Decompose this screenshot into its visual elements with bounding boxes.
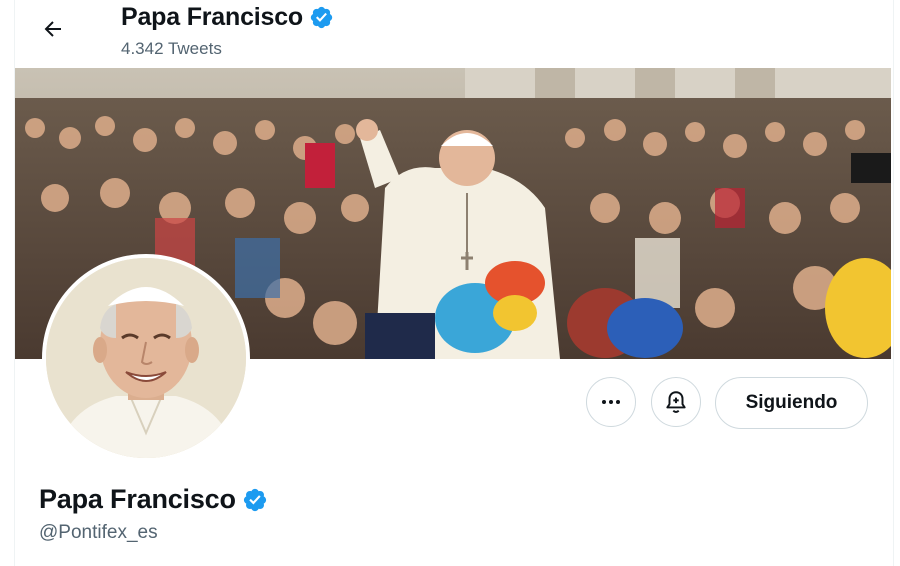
notifications-toggle-button[interactable] xyxy=(651,377,701,427)
profile-display-name: Papa Francisco xyxy=(39,484,236,514)
header-display-name: Papa Francisco xyxy=(121,3,304,31)
profile-avatar[interactable] xyxy=(42,254,250,462)
profile-name-row: Papa Francisco xyxy=(39,484,268,515)
back-button[interactable] xyxy=(35,11,71,47)
profile-header-bar: Papa Francisco 4.342 Tweets xyxy=(15,0,893,68)
arrow-left-icon xyxy=(44,21,61,37)
profile-handle: @Pontifex_es xyxy=(39,522,158,543)
header-title-row: Papa Francisco xyxy=(121,3,334,32)
verified-badge-icon xyxy=(310,6,333,29)
following-button[interactable]: Siguiendo xyxy=(715,377,868,429)
profile-column: Papa Francisco 4.342 Tweets Siguiendo Pa… xyxy=(14,0,894,566)
bell-plus-icon xyxy=(666,391,686,413)
more-horizontal-icon xyxy=(602,400,620,404)
tweet-count: 4.342 Tweets xyxy=(121,39,222,58)
more-options-button[interactable] xyxy=(586,377,636,427)
verified-badge-icon xyxy=(243,488,266,511)
